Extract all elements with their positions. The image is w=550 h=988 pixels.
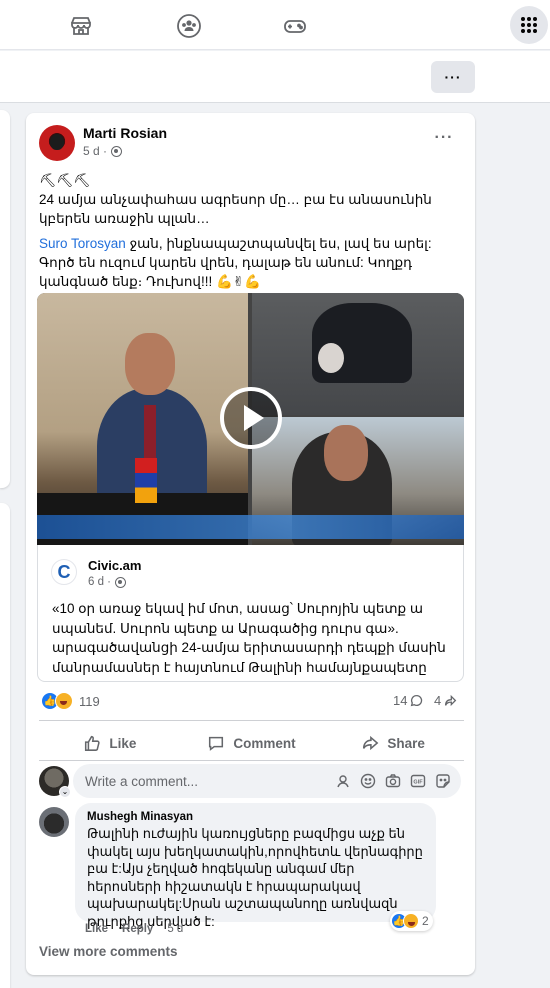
share-icon [363,735,379,751]
reaction-count[interactable]: 119 [79,694,100,709]
video-banner [37,515,464,539]
comment-count-value: 14 [393,693,408,708]
comment-like-button[interactable]: Like [85,923,108,935]
shared-source-name[interactable]: Civic.am [88,558,141,573]
comment-input-tools: GIF [335,773,451,789]
post-actions: Like Comment Share [39,725,464,761]
post-timestamp[interactable]: 5 d · [83,144,123,158]
comment-count[interactable]: 14 [393,693,423,708]
share-count-value: 4 [434,693,442,708]
post-author[interactable]: Marti Rosian [83,125,167,141]
post-body: ⛏⛏⛏ 24 ամյա անչափահաս ագրեսոր մը… բա էս … [39,171,464,297]
commenter-avatar[interactable] [39,807,69,837]
comment-reactions[interactable]: 👍 2 [390,911,433,931]
share-label: Share [387,735,425,751]
marketplace-icon[interactable] [65,10,97,42]
share-arrow-icon [445,694,457,707]
shared-link-preview[interactable]: C Civic.am 6 d · «10 օր առաջ եկավ իմ մոտ… [37,545,464,682]
top-navigation-bar [0,0,550,50]
left-panel-card [0,110,10,488]
comment-icon [209,736,224,751]
share-count[interactable]: 4 [434,693,457,708]
post-line-2: Suro Torosyan ջան, ինքնապաշտպանվել ես, լ… [39,234,464,291]
civic-logo-icon[interactable]: C [51,559,77,585]
avatar-sticker-icon[interactable] [335,773,351,789]
comment-time[interactable]: 5 d [167,923,183,935]
like-label: Like [109,735,137,751]
comment-text: Թալինի ուժային կառույցները բազմիցս աչք ե… [87,826,423,929]
comment-placeholder: Write a comment... [85,773,199,789]
video-thumbnail[interactable] [37,293,464,545]
sticker-icon[interactable] [435,773,451,789]
flag-image [135,458,157,503]
svg-text:GIF: GIF [413,780,423,786]
haha-reaction-icon [403,913,419,929]
comment-reply-button[interactable]: Reply [122,923,153,935]
profile-tab-bar: ··· [0,51,550,103]
globe-icon [115,576,127,588]
divider [39,760,464,761]
post-time: 5 d · [83,144,108,158]
divider [39,720,464,721]
shared-post-text: «10 օր առաջ եկավ իմ մոտ, ասաց՝ Սուրոյին … [52,601,446,675]
mention-link[interactable]: Suro Torosyan [39,236,126,251]
emoji-icon[interactable] [360,773,376,789]
reactions-summary: 👍 119 14 4 [39,691,464,713]
camera-icon[interactable] [385,773,401,789]
reaction-icons[interactable]: 👍 [41,692,73,710]
thumbs-up-icon [85,735,100,751]
globe-icon [111,145,123,157]
comment-input[interactable]: Write a comment... GIF [73,764,461,798]
play-icon[interactable] [220,387,282,449]
gaming-icon[interactable] [279,10,311,42]
chevron-down-icon[interactable]: ⌄ [59,786,71,798]
shared-time: 6 d · [88,576,112,588]
author-avatar[interactable] [39,125,75,161]
like-button[interactable]: Like [39,725,181,761]
comment-button[interactable]: Comment [181,725,323,761]
comment-label: Comment [233,735,296,751]
comment-bubble: Mushegh Minasyan Թալինի ուժային կառույցն… [75,803,436,929]
grid-menu-icon[interactable] [510,6,548,44]
haha-reaction-icon [55,692,73,710]
video-still-official [37,293,248,545]
gif-icon[interactable]: GIF [410,773,426,789]
share-button[interactable]: Share [322,725,464,761]
view-more-comments-link[interactable]: View more comments [39,944,178,959]
commenter-name[interactable]: Mushegh Minasyan [87,811,424,823]
comment-bubble-icon [411,694,423,707]
video-still-fight [252,293,464,415]
post-options-button[interactable]: ··· [429,129,459,149]
post-card: Marti Rosian 5 d · ··· ⛏⛏⛏ 24 ամյա անչափ… [26,113,475,975]
comment-actions: Like Reply 5 d [85,923,183,935]
emoji-line: ⛏⛏⛏ [39,173,91,188]
shared-timestamp[interactable]: 6 d · [88,576,127,588]
left-panel-card [0,503,10,988]
more-options-button[interactable]: ··· [431,61,475,93]
comment-reaction-count: 2 [422,914,429,928]
groups-icon[interactable] [173,10,205,42]
post-line-1: 24 ամյա անչափահաս ագրեսոր մը… բա էս անաս… [39,192,432,226]
